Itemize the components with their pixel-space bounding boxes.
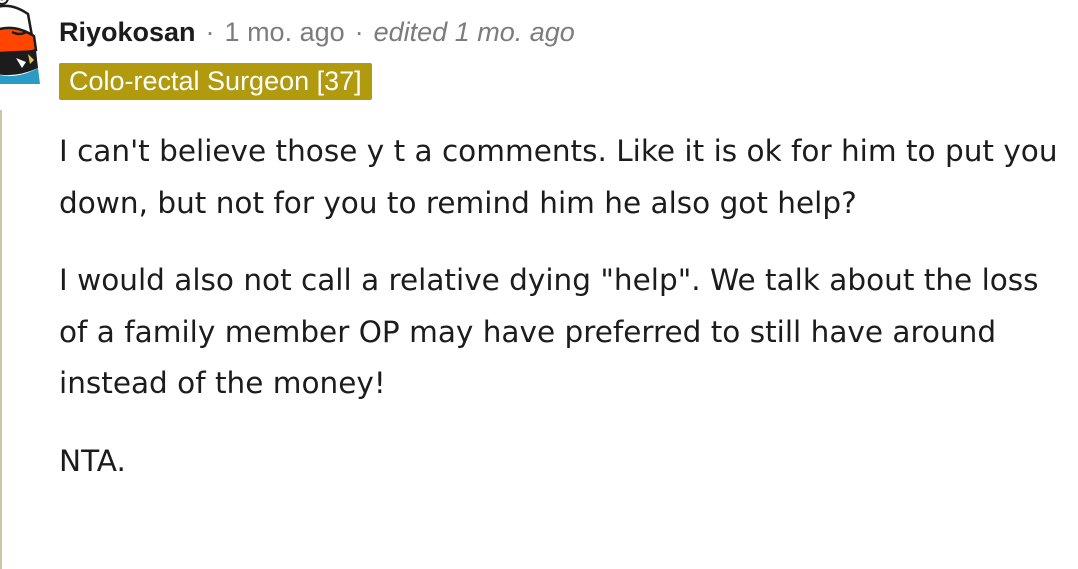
comment: Riyokosan · 1 mo. ago · edited 1 mo. ago… (0, 0, 1078, 569)
edited-timestamp: edited 1 mo. ago (373, 16, 575, 47)
comment-paragraph: NTA. (59, 443, 126, 478)
user-flair: Colo-rectal Surgeon [37] (59, 63, 372, 100)
meta-separator: · (205, 16, 215, 47)
comment-body: I can't believe those y t a comments. Li… (59, 126, 1074, 513)
avatar[interactable] (0, 0, 42, 88)
comment-paragraph: I would also not call a relative dying "… (59, 263, 1039, 400)
comment-meta: Riyokosan · 1 mo. ago · edited 1 mo. ago (59, 12, 575, 52)
meta-separator: · (354, 16, 364, 47)
timestamp[interactable]: 1 mo. ago (225, 17, 345, 48)
comment-paragraph: I can't believe those y t a comments. Li… (59, 134, 1058, 220)
snoo-avatar-icon (0, 0, 40, 84)
author-name[interactable]: Riyokosan (59, 17, 196, 48)
thread-line[interactable] (0, 110, 2, 569)
